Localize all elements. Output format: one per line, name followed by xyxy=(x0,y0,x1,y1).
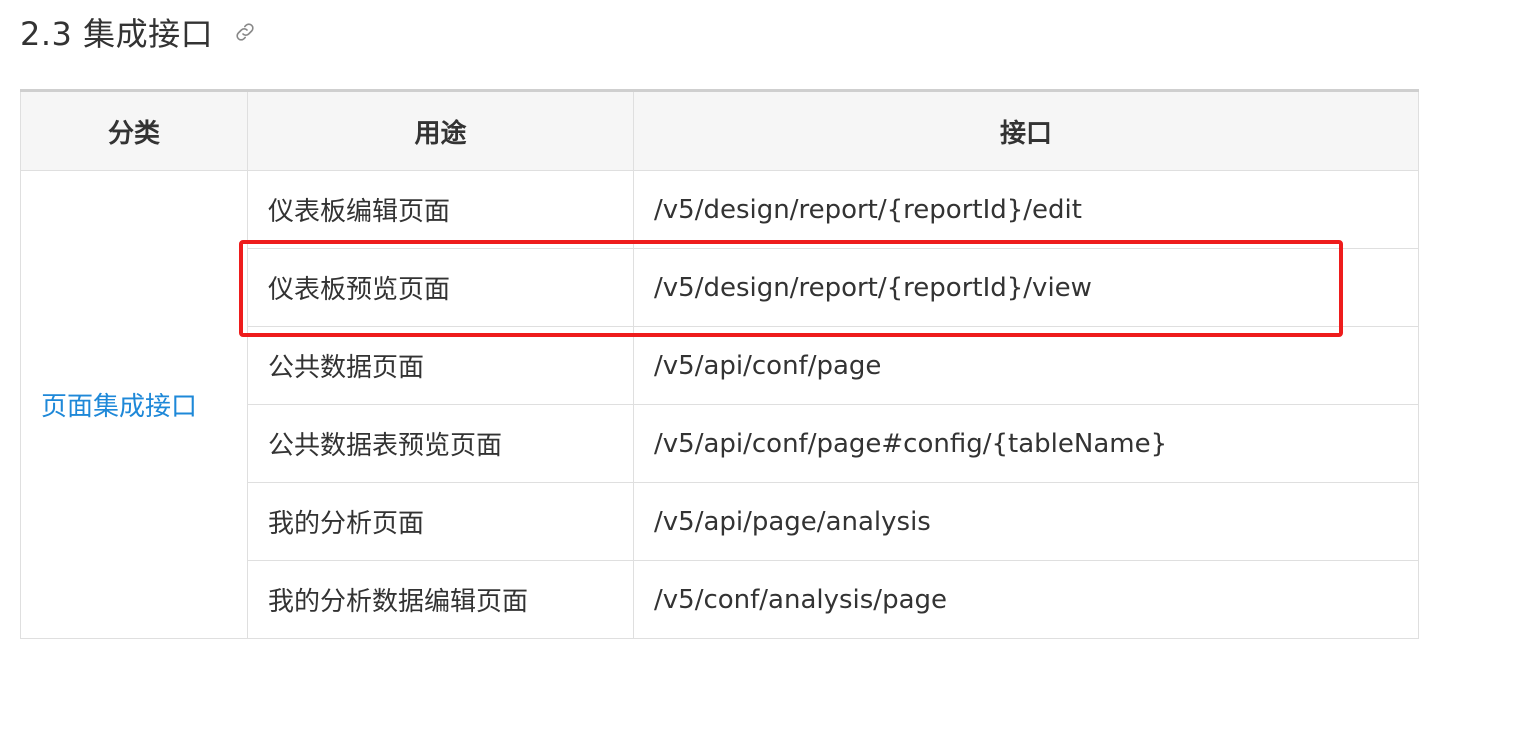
endpoint-cell: /v5/api/conf/page#config/{tableName} xyxy=(633,404,1419,483)
section-title: 2.3 集成接口 xyxy=(20,15,214,53)
endpoint-cell: /v5/api/conf/page xyxy=(633,326,1419,405)
integration-api-table: 分类 用途 接口 页面集成接口 仪表板编辑页面 /v5/design/repor… xyxy=(20,89,1419,639)
link-icon[interactable] xyxy=(233,19,259,45)
endpoint-cell: /v5/conf/analysis/page xyxy=(633,560,1419,639)
endpoint-cell: /v5/api/page/analysis xyxy=(633,482,1419,561)
endpoint-cell: /v5/design/report/{reportId}/edit xyxy=(633,170,1419,249)
endpoint-cell: /v5/design/report/{reportId}/view xyxy=(633,248,1419,327)
table-header-row: 分类 用途 接口 xyxy=(20,89,1419,171)
category-link[interactable]: 页面集成接口 xyxy=(20,170,248,639)
purpose-cell: 公共数据表预览页面 xyxy=(247,404,634,483)
purpose-cell: 我的分析页面 xyxy=(247,482,634,561)
purpose-cell: 公共数据页面 xyxy=(247,326,634,405)
header-purpose: 用途 xyxy=(247,89,634,171)
purpose-cell: 仪表板预览页面 xyxy=(247,248,634,327)
purpose-cell: 仪表板编辑页面 xyxy=(247,170,634,249)
header-endpoint: 接口 xyxy=(633,89,1419,171)
header-category: 分类 xyxy=(20,89,248,171)
section-heading: 2.3 集成接口 xyxy=(20,10,259,54)
purpose-cell: 我的分析数据编辑页面 xyxy=(247,560,634,639)
table-row: 页面集成接口 仪表板编辑页面 /v5/design/report/{report… xyxy=(20,170,1419,639)
